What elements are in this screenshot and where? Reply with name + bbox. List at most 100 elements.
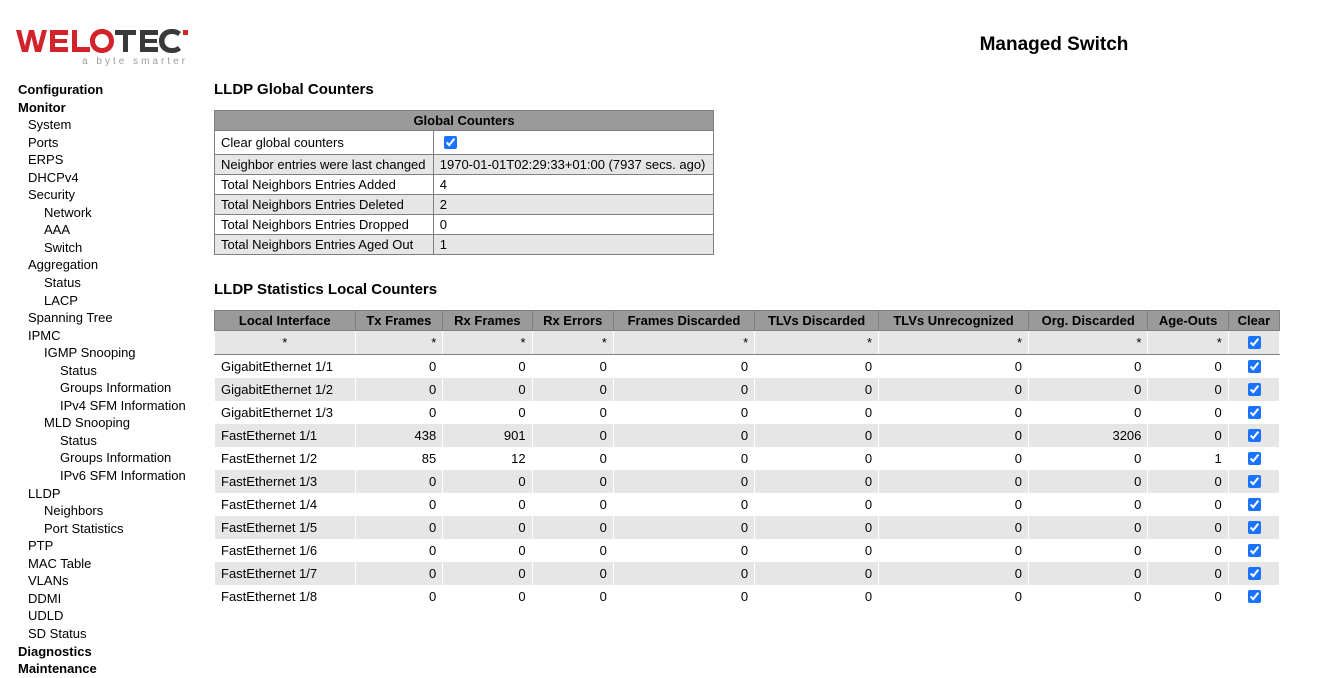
added-label: Total Neighbors Entries Added (215, 175, 434, 195)
clear-row-checkbox[interactable] (1248, 406, 1261, 419)
cell-rxerr: 0 (532, 539, 613, 562)
nav-mld-sfm[interactable]: IPv6 SFM Information (18, 467, 214, 485)
clear-all-checkbox[interactable] (1248, 336, 1261, 349)
cell-fdisc: 0 (613, 493, 754, 516)
nav-system[interactable]: System (18, 116, 214, 134)
nav-configuration[interactable]: Configuration (18, 81, 214, 99)
nav-lldp-port-statistics[interactable]: Port Statistics (18, 520, 214, 538)
cell-tunrec: 0 (879, 355, 1029, 379)
clear-row-checkbox[interactable] (1248, 498, 1261, 511)
clear-row-checkbox[interactable] (1248, 429, 1261, 442)
nav-agg-lacp[interactable]: LACP (18, 292, 214, 310)
cell-tx: 0 (355, 585, 443, 608)
cell-rx: 0 (443, 585, 532, 608)
table-row: FastEthernet 1/400000000 (215, 493, 1280, 516)
cell-odisc: 3206 (1029, 424, 1148, 447)
nav-igmp-sfm[interactable]: IPv4 SFM Information (18, 397, 214, 415)
nav-lldp-neighbors[interactable]: Neighbors (18, 502, 214, 520)
cell-clear[interactable] (1228, 424, 1279, 447)
cell-age: 0 (1148, 424, 1228, 447)
nav-ports[interactable]: Ports (18, 134, 214, 152)
cell-tx: 0 (355, 378, 443, 401)
col-tdisc: TLVs Discarded (755, 311, 879, 331)
cell-tdisc: 0 (755, 562, 879, 585)
cell-clear[interactable] (1228, 470, 1279, 493)
cell-clear[interactable] (1228, 516, 1279, 539)
nav-agg-status[interactable]: Status (18, 274, 214, 292)
cell-clear[interactable] (1228, 539, 1279, 562)
nav-ptp[interactable]: PTP (18, 537, 214, 555)
cell-rxerr: 0 (532, 447, 613, 470)
nav-diagnostics[interactable]: Diagnostics (18, 643, 214, 661)
cell-clear[interactable] (1228, 447, 1279, 470)
nav-spanning-tree[interactable]: Spanning Tree (18, 309, 214, 327)
nav-mld-groups[interactable]: Groups Information (18, 449, 214, 467)
nav-maintenance[interactable]: Maintenance (18, 660, 214, 678)
aged-out-label: Total Neighbors Entries Aged Out (215, 235, 434, 255)
cell-tx: 0 (355, 355, 443, 379)
nav-igmp-snooping[interactable]: IGMP Snooping (18, 344, 214, 362)
cell-rx: 0 (443, 493, 532, 516)
global-counters-heading: LLDP Global Counters (214, 81, 1308, 98)
cell-tunrec: 0 (879, 470, 1029, 493)
nav-security[interactable]: Security (18, 186, 214, 204)
cell-tx: 0 (355, 470, 443, 493)
cell-clear[interactable] (1228, 378, 1279, 401)
cell-age: 0 (1148, 493, 1228, 516)
cell-tunrec: 0 (879, 401, 1029, 424)
cell-rx: 0 (443, 355, 532, 379)
clear-row-checkbox[interactable] (1248, 521, 1261, 534)
nav-security-network[interactable]: Network (18, 204, 214, 222)
clear-row-checkbox[interactable] (1248, 360, 1261, 373)
nav-security-switch[interactable]: Switch (18, 239, 214, 257)
cell-iface: FastEthernet 1/6 (215, 539, 356, 562)
cell-tdisc: 0 (755, 401, 879, 424)
cell-clear[interactable] (1228, 562, 1279, 585)
col-iface: Local Interface (215, 311, 356, 331)
nav-ipmc[interactable]: IPMC (18, 327, 214, 345)
cell-odisc: 0 (1029, 562, 1148, 585)
cell-tdisc: 0 (755, 585, 879, 608)
nav-erps[interactable]: ERPS (18, 151, 214, 169)
cell-age: 0 (1148, 585, 1228, 608)
cell-rxerr: 0 (532, 401, 613, 424)
clear-global-checkbox[interactable] (444, 136, 457, 149)
clear-row-checkbox[interactable] (1248, 544, 1261, 557)
cell-iface: GigabitEthernet 1/3 (215, 401, 356, 424)
cell-tx: 85 (355, 447, 443, 470)
cell-clear[interactable] (1228, 355, 1279, 379)
cell-rx: 0 (443, 378, 532, 401)
nav-mld-snooping[interactable]: MLD Snooping (18, 414, 214, 432)
cell-odisc: 0 (1029, 516, 1148, 539)
nav-sd-status[interactable]: SD Status (18, 625, 214, 643)
cell-tx: 0 (355, 539, 443, 562)
cell-clear[interactable] (1228, 493, 1279, 516)
cell-tunrec: 0 (879, 539, 1029, 562)
nav-security-aaa[interactable]: AAA (18, 221, 214, 239)
clear-row-checkbox[interactable] (1248, 590, 1261, 603)
dropped-value: 0 (433, 215, 713, 235)
summary-clear[interactable] (1228, 331, 1279, 355)
clear-row-checkbox[interactable] (1248, 475, 1261, 488)
nav-mac-table[interactable]: MAC Table (18, 555, 214, 573)
nav-dhcpv4[interactable]: DHCPv4 (18, 169, 214, 187)
col-rx: Rx Frames (443, 311, 532, 331)
nav-ddmi[interactable]: DDMI (18, 590, 214, 608)
clear-row-checkbox[interactable] (1248, 383, 1261, 396)
nav-igmp-status[interactable]: Status (18, 362, 214, 380)
nav-udld[interactable]: UDLD (18, 607, 214, 625)
nav-mld-status[interactable]: Status (18, 432, 214, 450)
deleted-label: Total Neighbors Entries Deleted (215, 195, 434, 215)
clear-row-checkbox[interactable] (1248, 452, 1261, 465)
nav-vlans[interactable]: VLANs (18, 572, 214, 590)
cell-clear[interactable] (1228, 585, 1279, 608)
cell-tx: 438 (355, 424, 443, 447)
clear-row-checkbox[interactable] (1248, 567, 1261, 580)
nav-lldp[interactable]: LLDP (18, 485, 214, 503)
cell-clear[interactable] (1228, 401, 1279, 424)
cell-odisc: 0 (1029, 355, 1148, 379)
cell-fdisc: 0 (613, 378, 754, 401)
nav-igmp-groups[interactable]: Groups Information (18, 379, 214, 397)
nav-aggregation[interactable]: Aggregation (18, 256, 214, 274)
nav-monitor[interactable]: Monitor (18, 99, 214, 117)
